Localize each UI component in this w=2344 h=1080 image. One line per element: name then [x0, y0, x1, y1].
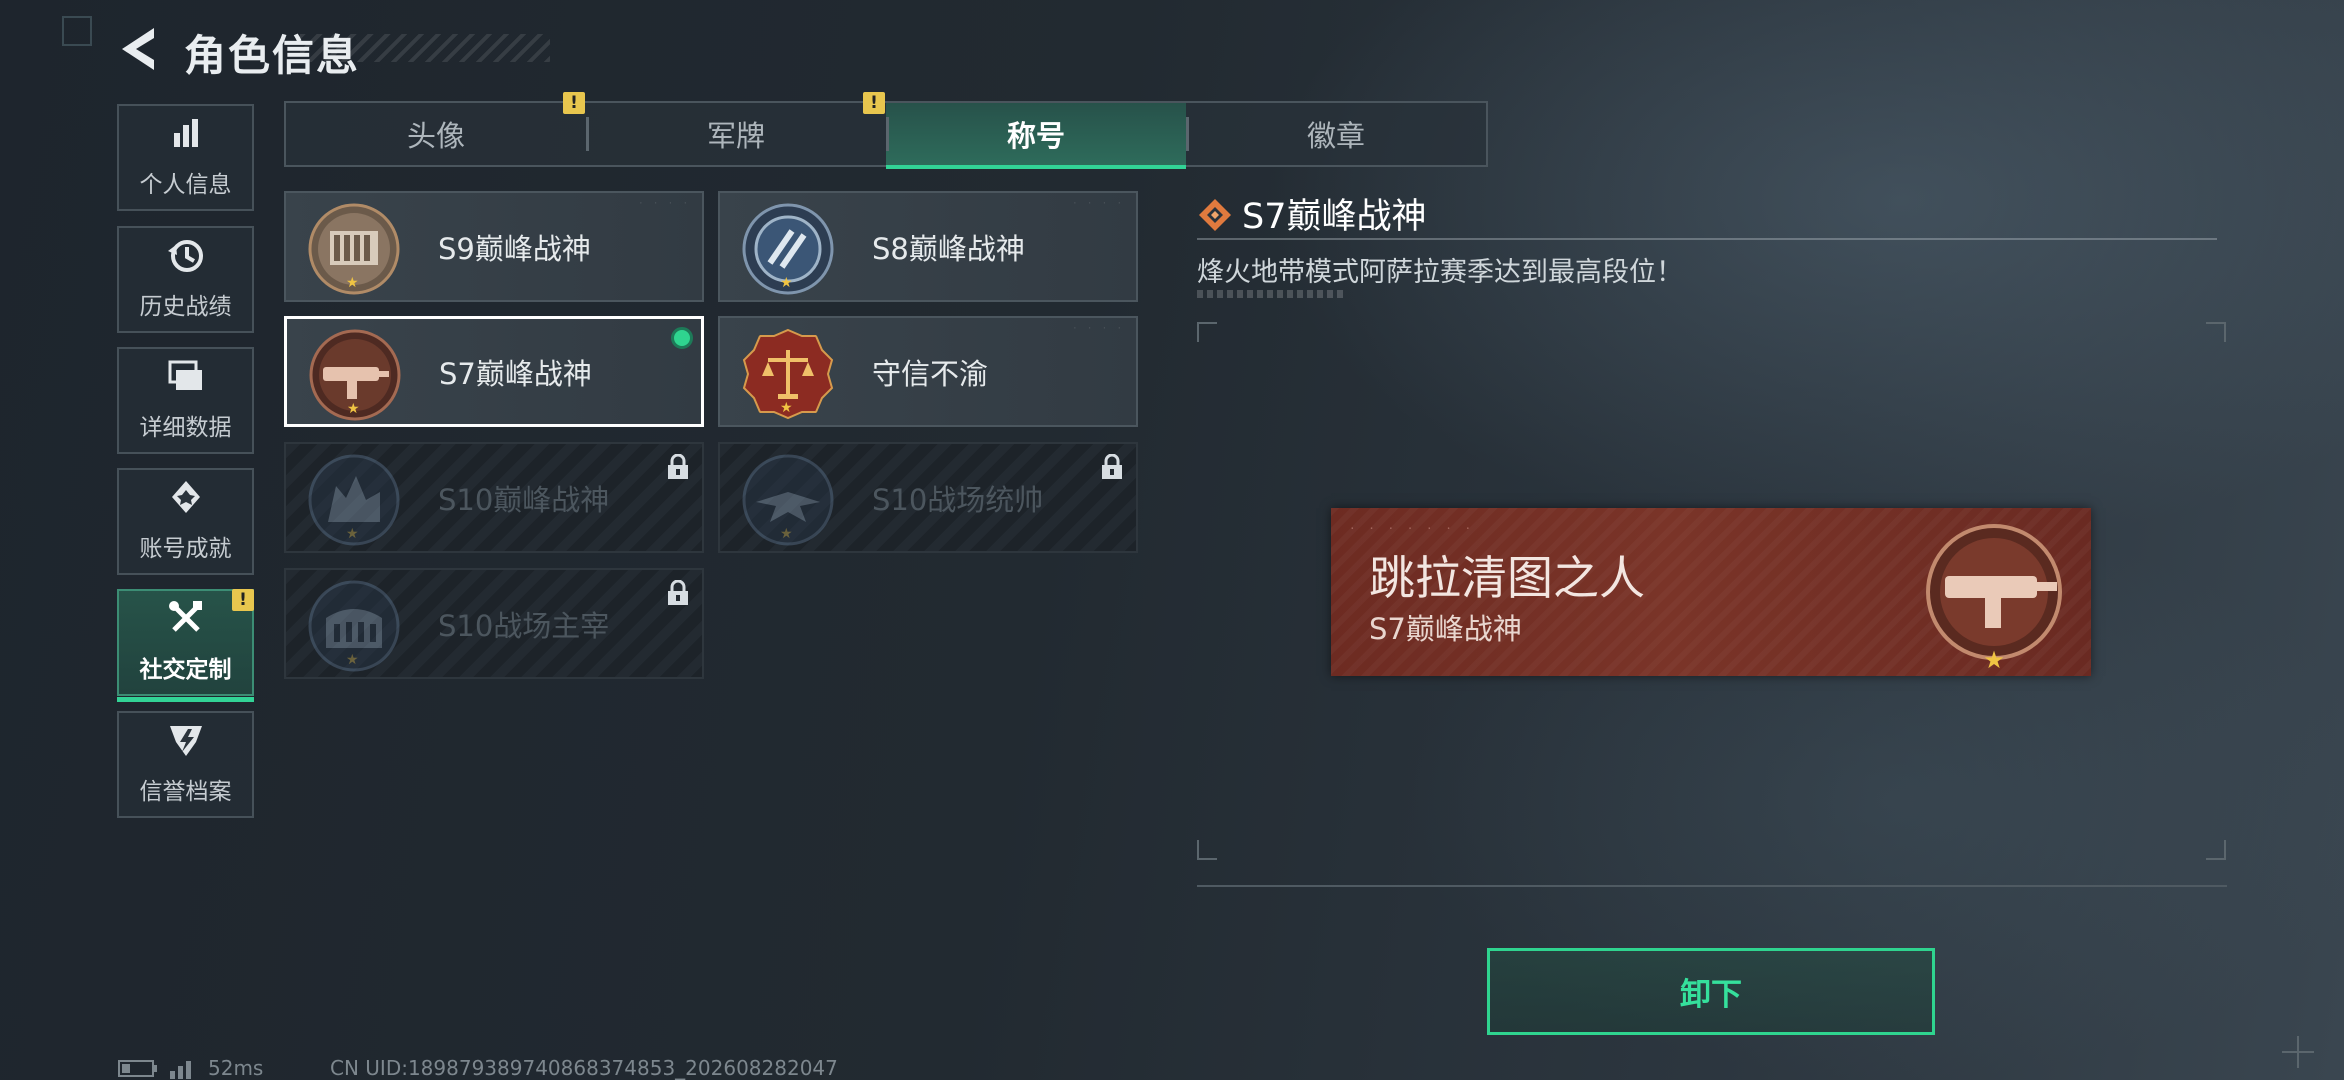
achievement-medal-icon — [171, 481, 200, 513]
warning-badge: ! — [232, 589, 254, 611]
preview-decoration: · · · · · · · — [1349, 522, 1475, 535]
sidebar-item-label: 历史战绩 — [139, 294, 232, 320]
folder-stack-icon — [168, 360, 202, 390]
tab-label: 军牌 — [706, 119, 765, 153]
sidebar-item-achievements[interactable]: 账号成就 — [117, 468, 254, 575]
category-tabs: 头像 军牌 称号 徽章 — [284, 101, 1488, 169]
preview-sub-text: S7巅峰战神 — [1369, 612, 1522, 646]
tab-label: 头像 — [406, 119, 465, 153]
star-icon: ★ — [780, 400, 793, 416]
back-button[interactable] — [116, 24, 162, 74]
tab-avatar[interactable]: 头像 — [286, 103, 586, 165]
bar-chart-icon — [173, 119, 198, 147]
title-name: 守信不渝 — [872, 356, 989, 391]
sidebar-item-label: 个人信息 — [139, 172, 232, 198]
ping-text: 52ms — [208, 1056, 264, 1080]
corner-plus-mark — [2282, 1036, 2314, 1068]
sidebar-item-profile[interactable]: 个人信息 — [117, 104, 254, 211]
sidebar-item-label: 详细数据 — [139, 415, 232, 441]
star-icon: ★ — [347, 401, 360, 417]
card-decoration: · · · · — [1072, 324, 1124, 334]
star-icon: ★ — [346, 526, 359, 542]
sidebar-item-social-custom[interactable]: 社交定制 ! — [117, 589, 254, 702]
title-card-locked[interactable]: ★ S10战场统帅 — [718, 442, 1138, 553]
tab-dogtag-warning-badge: ! — [863, 92, 885, 114]
star-icon: ★ — [346, 275, 359, 291]
tab-label: 称号 — [1006, 119, 1065, 153]
sidebar-item-history[interactable]: 历史战绩 — [117, 226, 254, 333]
title-name: S8巅峰战神 — [872, 231, 1025, 266]
tab-dogtag[interactable]: 军牌 — [586, 103, 886, 165]
preview-frame-corner — [1197, 322, 1217, 342]
star-icon: ★ — [780, 275, 793, 291]
sidebar-item-details[interactable]: 详细数据 — [117, 347, 254, 454]
gun-medal-icon: ★ — [1926, 524, 2062, 674]
title-card-locked[interactable]: ★ S10战场主宰 — [284, 568, 704, 679]
star-icon: ★ — [346, 652, 359, 668]
detail-title: S7巅峰战神 — [1242, 197, 1427, 237]
title-name: S10巅峰战神 — [438, 482, 610, 517]
tools-icon — [168, 601, 202, 632]
tab-avatar-warning-badge: ! — [563, 92, 585, 114]
unequip-button[interactable]: 卸下 — [1487, 948, 1935, 1035]
rank-diamond-icon — [1199, 199, 1231, 231]
title-card[interactable]: · · · · ★ S9巅峰战神 — [284, 191, 704, 302]
title-card-locked[interactable]: ★ S10巅峰战神 — [284, 442, 704, 553]
battery-icon — [118, 1060, 157, 1077]
sidebar-item-label: 账号成就 — [139, 536, 232, 562]
corner-frame-mark — [62, 16, 92, 46]
signal-icon — [170, 1061, 191, 1079]
lock-icon — [668, 580, 688, 605]
preview-baseline — [1197, 885, 2227, 887]
sidebar-item-label: 信誉档案 — [139, 779, 232, 805]
title-preview-card: · · · · · · · 跳拉清图之人 S7巅峰战神 ★ — [1331, 508, 2091, 676]
title-name: S7巅峰战神 — [439, 356, 592, 391]
lock-icon — [1102, 454, 1122, 479]
status-bar: 52ms — [118, 1056, 263, 1080]
title-name: S9巅峰战神 — [438, 231, 591, 266]
title-card[interactable]: · · · · ★ 守信不渝 — [718, 316, 1138, 427]
equipped-indicator — [671, 327, 693, 349]
lock-icon — [668, 454, 688, 479]
history-clock-icon — [167, 240, 203, 272]
description-decoration — [1197, 290, 1347, 298]
title-name: S10战场统帅 — [872, 482, 1044, 517]
sidebar-item-credit[interactable]: 信誉档案 — [117, 711, 254, 818]
divider — [1197, 238, 2217, 240]
svg-text:★: ★ — [1983, 646, 2005, 674]
title-name: S10战场主宰 — [438, 608, 610, 643]
sidebar-item-label: 社交定制 — [139, 657, 232, 683]
card-decoration: · · · · — [1072, 199, 1124, 209]
title-card[interactable]: · · · · ★ S8巅峰战神 — [718, 191, 1138, 302]
preview-frame-corner — [2206, 322, 2226, 342]
star-icon: ★ — [780, 526, 793, 542]
detail-description: 烽火地带模式阿萨拉赛季达到最高段位！ — [1197, 257, 1683, 288]
back-arrow-icon — [122, 28, 154, 70]
preview-frame-corner — [1197, 840, 1217, 860]
tab-label: 徽章 — [1306, 119, 1365, 153]
title-card-selected[interactable]: ★ S7巅峰战神 — [284, 316, 704, 427]
preview-frame-corner — [2206, 840, 2226, 860]
tab-badge[interactable]: 徽章 — [1186, 103, 1486, 165]
page-title: 角色信息 — [184, 31, 361, 80]
credit-shield-icon — [169, 726, 202, 756]
preview-main-text: 跳拉清图之人 — [1369, 551, 1645, 605]
card-decoration: · · · · — [638, 199, 690, 209]
tab-title[interactable]: 称号 — [886, 103, 1186, 169]
uid-text: CN UID:189879389740868374853_20260828204… — [330, 1056, 838, 1080]
